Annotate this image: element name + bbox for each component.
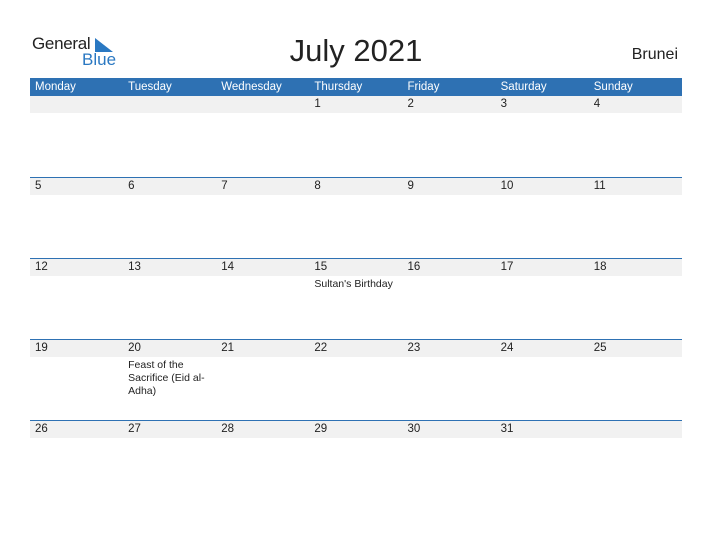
- day-number: 2: [402, 96, 496, 113]
- day-cell: 9: [402, 178, 496, 258]
- day-cell: 8: [309, 178, 403, 258]
- day-cell: 2: [402, 96, 496, 177]
- day-number: 21: [216, 340, 310, 357]
- day-number: 16: [402, 259, 496, 276]
- day-cell: 18: [588, 259, 682, 339]
- holiday-label: Sultan's Birthday: [314, 278, 393, 290]
- day-number: 29: [309, 421, 403, 438]
- day-number: 28: [216, 421, 310, 438]
- day-cell: 28: [216, 421, 310, 501]
- day-cell: 14: [216, 259, 310, 339]
- week-row: 12 13 14 15 Sultan's Birthday 16 17 18: [30, 258, 682, 339]
- week-row: 5 6 7 8 9 10 11: [30, 177, 682, 258]
- week-row: 19 20 Feast of the Sacrifice (Eid al-Adha)…: [30, 339, 682, 420]
- holiday-label: Feast of the Sacrifice (Eid al-Adha): [128, 359, 205, 397]
- day-cell: 27: [123, 421, 217, 501]
- day-number: 14: [216, 259, 310, 276]
- day-number: 25: [588, 340, 682, 357]
- day-number: 17: [495, 259, 589, 276]
- day-cell: 25: [588, 340, 682, 420]
- day-cell: 31: [495, 421, 589, 501]
- day-number: 8: [309, 178, 403, 195]
- day-cell: 13: [123, 259, 217, 339]
- day-cell: 19: [30, 340, 124, 420]
- day-number: 22: [309, 340, 403, 357]
- day-cell: 26: [30, 421, 124, 501]
- day-number: 24: [495, 340, 589, 357]
- day-cell: 16: [402, 259, 496, 339]
- calendar-grid: Monday Tuesday Wednesday Thursday Friday…: [30, 78, 682, 501]
- weekday-saturday: Saturday: [500, 81, 547, 93]
- day-cell: [588, 421, 682, 501]
- day-number: 12: [30, 259, 124, 276]
- day-number: 30: [402, 421, 496, 438]
- day-cell: 22: [309, 340, 403, 420]
- day-cell: 12: [30, 259, 124, 339]
- day-cell: 7: [216, 178, 310, 258]
- weekday-sunday: Sunday: [593, 81, 633, 93]
- day-cell: 3: [495, 96, 589, 177]
- day-cell: 10: [495, 178, 589, 258]
- day-number: 15: [309, 259, 403, 276]
- day-cell: [30, 96, 124, 177]
- day-number: 26: [30, 421, 124, 438]
- day-number: 20: [123, 340, 217, 357]
- weekday-monday: Monday: [35, 81, 76, 93]
- day-number: [123, 96, 217, 113]
- day-cell: 30: [402, 421, 496, 501]
- country-label: Brunei: [631, 46, 678, 63]
- day-number: 13: [123, 259, 217, 276]
- weekday-friday: Friday: [407, 81, 440, 93]
- day-cell: 20 Feast of the Sacrifice (Eid al-Adha): [123, 340, 217, 420]
- day-cell: 5: [30, 178, 124, 258]
- day-cell: [216, 96, 310, 177]
- weekday-tuesday: Tuesday: [128, 81, 172, 93]
- day-number: 5: [30, 178, 124, 195]
- day-cell: 23: [402, 340, 496, 420]
- day-number: 23: [402, 340, 496, 357]
- calendar-title: July 2021: [289, 33, 423, 68]
- weeks-container: 1 2 3 4 5 6 7 8 9 10 11 12 13 14 15 Sultan's Birthday 16…: [30, 96, 682, 501]
- day-number: 11: [588, 178, 682, 195]
- day-cell: 6: [123, 178, 217, 258]
- weekday-header: Monday Tuesday Wednesday Thursday Friday…: [30, 78, 682, 96]
- day-cell: 24: [495, 340, 589, 420]
- weekday-wednesday: Wednesday: [221, 81, 282, 93]
- day-cell: 1: [309, 96, 403, 177]
- day-number: 31: [495, 421, 589, 438]
- week-row: 1234: [30, 96, 682, 177]
- day-cell: 11: [588, 178, 682, 258]
- day-number: 3: [495, 96, 589, 113]
- day-number: [216, 96, 310, 113]
- day-cell: 29: [309, 421, 403, 501]
- day-number: [30, 96, 124, 113]
- day-number: 9: [402, 178, 496, 195]
- day-cell: 15 Sultan's Birthday: [309, 259, 403, 339]
- day-number: 4: [588, 96, 682, 113]
- day-number: 1: [309, 96, 403, 113]
- day-number: 27: [123, 421, 217, 438]
- day-cell: [123, 96, 217, 177]
- day-number: 10: [495, 178, 589, 195]
- day-number: 19: [30, 340, 124, 357]
- day-number: 18: [588, 259, 682, 276]
- day-cell: 17: [495, 259, 589, 339]
- day-cell: 4: [588, 96, 682, 177]
- day-number: 7: [216, 178, 310, 195]
- day-number: 6: [123, 178, 217, 195]
- week-row: 26 27 28 29 30 31: [30, 420, 682, 501]
- weekday-thursday: Thursday: [314, 81, 363, 93]
- day-cell: 21: [216, 340, 310, 420]
- day-number: [588, 421, 682, 438]
